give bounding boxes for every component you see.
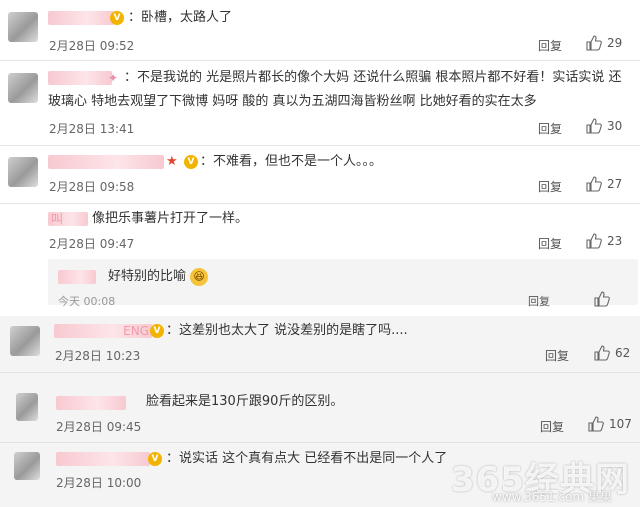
like-button[interactable]: 23 [586, 233, 622, 249]
comment-text: ：这差别也太大了 说没差别的是瞎了吗.... [166, 323, 408, 338]
like-count: 30 [607, 119, 623, 133]
thumbs-up-icon [594, 291, 610, 307]
like-button[interactable]: 107 [588, 416, 632, 432]
divider [0, 203, 640, 204]
username[interactable] [58, 270, 96, 284]
comment-time: 2月28日 13:41 [49, 122, 135, 136]
vip-badge-icon: V [184, 155, 198, 169]
reply-button[interactable]: 回复 [538, 178, 562, 195]
avatar[interactable] [8, 157, 38, 187]
like-count: 27 [607, 177, 623, 191]
thumbs-up-icon [588, 416, 604, 432]
username[interactable] [48, 71, 112, 85]
sub-reply-box: 好特别的比喻 😆 今天 00:08 回复 [48, 259, 638, 308]
username[interactable]: 叫 [48, 212, 88, 226]
thumbs-up-icon [594, 345, 610, 361]
comment-text-line2: 玻璃心 特地去观望了下微博 妈呀 酸的 真以为五湖四海皆粉丝啊 比她好看的实在太… [48, 94, 537, 109]
vip-badge-icon: V [148, 452, 162, 466]
like-count: 107 [609, 417, 632, 431]
avatar[interactable] [16, 393, 38, 421]
reply-button[interactable]: 回复 [538, 120, 562, 137]
avatar[interactable] [8, 73, 38, 103]
like-count: 29 [607, 36, 623, 50]
comment-text: 脸看起来是130斤跟90斤的区别。 [146, 394, 344, 409]
comment-text: ：不难看，但也不是一个人。。。 [200, 154, 383, 169]
comment-text-line1: ：不是我说的 光是照片都长的像个大妈 还说什么照骗 根本照片都不好看！实话实说 … [124, 70, 622, 85]
username[interactable] [56, 452, 150, 466]
butterfly-icon: ✦ [108, 71, 119, 85]
reply-button[interactable]: 回复 [528, 293, 550, 309]
like-count: 23 [607, 234, 623, 248]
thumbs-up-icon [586, 176, 602, 192]
comment-time: 2月28日 10:23 [55, 349, 141, 363]
like-button[interactable]: 30 [586, 118, 622, 134]
avatar[interactable] [10, 326, 40, 356]
comment-text: ：说实话 这个真有点大 已经看不出是同一个人了 [166, 451, 448, 466]
comment-time: 今天 00:08 [58, 295, 116, 308]
comment-text: ：卧槽，太路人了 [128, 10, 233, 25]
comment-time: 2月28日 09:58 [49, 180, 135, 194]
vip-badge-icon: V [110, 11, 124, 25]
username[interactable] [56, 396, 126, 410]
vip-badge-icon: V [150, 324, 164, 338]
reply-button[interactable]: 回复 [545, 347, 569, 364]
like-button[interactable] [594, 291, 610, 307]
star-icon: ★ [166, 154, 178, 169]
comment-text: 好特别的比喻 😆 [108, 266, 209, 287]
username[interactable] [48, 155, 164, 169]
comment-text: 像把乐事薯片打开了一样。 [92, 211, 249, 226]
divider [0, 372, 640, 373]
reply-button[interactable]: 回复 [538, 235, 562, 252]
thumbs-up-icon [586, 35, 602, 51]
reply-button[interactable]: 回复 [538, 37, 562, 54]
laughing-emoji-icon: 😆 [190, 267, 209, 286]
like-button[interactable]: 27 [586, 176, 622, 192]
username[interactable] [48, 11, 114, 25]
like-count: 62 [615, 346, 631, 360]
avatar[interactable] [14, 452, 40, 480]
comment-time: 2月28日 09:45 [56, 420, 142, 434]
thumbs-up-icon [586, 233, 602, 249]
comment-time: 2月28日 10:00 [56, 476, 142, 490]
divider [0, 60, 640, 61]
comment-time: 2月28日 09:52 [49, 39, 135, 53]
thumbs-up-icon [586, 118, 602, 134]
reply-button[interactable]: 回复 [540, 418, 564, 435]
username[interactable]: ENG [54, 324, 152, 338]
divider [0, 442, 640, 443]
like-button[interactable]: 29 [586, 35, 622, 51]
like-button[interactable]: 62 [594, 345, 630, 361]
comment-time: 2月28日 09:47 [49, 237, 135, 251]
divider [0, 145, 640, 146]
avatar[interactable] [8, 12, 38, 42]
watermark-url: www.3651.com 果果 [492, 490, 612, 504]
